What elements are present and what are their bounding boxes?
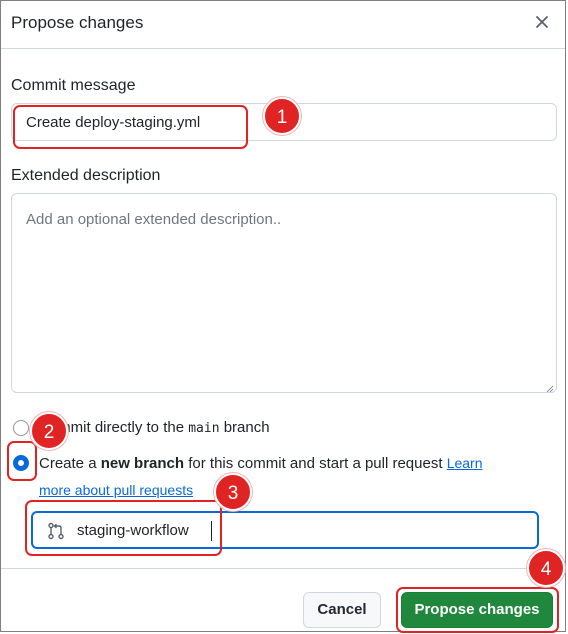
annotation-box-4 xyxy=(396,587,559,633)
new-branch-prefix: Create a xyxy=(39,455,101,472)
annotation-box-1 xyxy=(13,105,248,149)
learn-more-link[interactable]: Learn xyxy=(447,455,483,471)
annotation-box-3 xyxy=(25,500,222,556)
annotation-badge-2: 2 xyxy=(30,412,68,450)
new-branch-label[interactable]: Create a new branch for this commit and … xyxy=(39,455,483,472)
resize-handle-icon[interactable] xyxy=(544,380,554,393)
cancel-button[interactable]: Cancel xyxy=(303,592,381,628)
new-branch-suffix: for this commit and start a pull request xyxy=(184,455,447,472)
extended-description-textarea[interactable]: Add an optional extended description.. xyxy=(11,193,557,393)
propose-changes-dialog: Propose changes Commit message Create de… xyxy=(0,0,566,633)
annotation-box-2 xyxy=(7,441,37,481)
new-branch-bold: new branch xyxy=(100,455,185,472)
annotation-badge-3: 3 xyxy=(214,473,252,511)
commit-direct-radio[interactable] xyxy=(13,420,29,436)
dialog-header: Propose changes xyxy=(1,1,565,49)
close-icon[interactable] xyxy=(531,11,553,33)
learn-more-link-continued[interactable]: more about pull requests xyxy=(39,482,193,498)
dialog-title: Propose changes xyxy=(11,13,144,32)
annotation-badge-4: 4 xyxy=(527,549,565,587)
extended-description-label: Extended description xyxy=(11,167,161,184)
commit-message-label: Commit message xyxy=(11,77,136,94)
commit-direct-label[interactable]: Commit directly to the main branch xyxy=(39,419,270,436)
extended-description-placeholder: Add an optional extended description.. xyxy=(26,211,282,228)
commit-direct-suffix: branch xyxy=(219,419,270,436)
main-branch-code: main xyxy=(188,421,220,436)
footer-divider xyxy=(1,568,565,569)
annotation-badge-1: 1 xyxy=(263,97,301,135)
